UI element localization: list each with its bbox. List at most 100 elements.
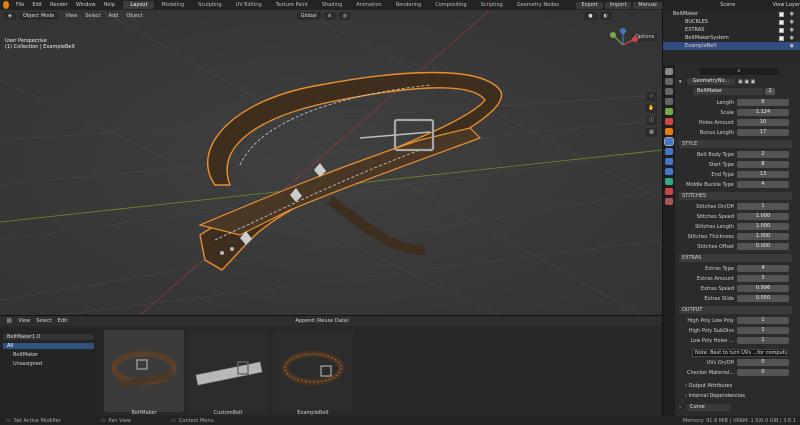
library-dropdown[interactable]: BeltMaker1.0 [3,334,94,340]
param-scale[interactable]: Scale 1.124 [679,108,789,117]
eye-icon[interactable]: ◉ [790,26,794,34]
param-value[interactable]: 17 [737,129,789,136]
output-attributes-panel[interactable]: › Output Attributes [685,381,732,390]
param-extras-speed[interactable]: Extras Speed 0.996 [679,284,789,293]
asset-editor-icon[interactable]: ⛓ [6,318,12,324]
param-value[interactable]: 4 [737,181,789,188]
asset-thumbnail-examplebelt[interactable] [273,330,353,412]
tab-layout[interactable]: Layout [123,1,155,9]
viewport-menu-select[interactable]: Select [81,13,104,19]
param-holes-amount[interactable]: Holes Amount 10 [679,118,789,127]
texture-tab-icon[interactable] [665,198,673,205]
param-stitches-onoff[interactable]: Stitches On/Off 1 [679,202,789,211]
menu-window[interactable]: Window [72,2,100,8]
tab-shading[interactable]: Shading [315,1,349,9]
param-value[interactable]: 3 [737,275,789,282]
eye-icon[interactable]: ◉ [790,42,794,50]
asset-thumbnail-custombelt[interactable] [188,330,268,412]
tool-tab-icon[interactable] [665,68,673,75]
param-value[interactable]: 1.000 [737,213,789,220]
param-value[interactable]: 1 [737,327,789,334]
param-high-poly-subdivs[interactable]: High Poly SubDivs 1 [679,326,789,335]
tab-texture-paint[interactable]: Texture Paint [269,1,315,9]
view-layer-selector[interactable]: View Layer [773,2,800,8]
import-mode-dropdown[interactable]: Append (Reuse Data) [291,317,349,325]
asset-menu-edit[interactable]: Edit [58,318,68,324]
curve-modifier-name[interactable]: Curve [687,404,731,411]
node-group-name[interactable]: BeltMaker [693,88,763,95]
param-checker-material[interactable]: Checker Material... 0 [679,368,789,377]
param-stitches-thickness[interactable]: Stitches Thickness 1.000 [679,232,789,241]
navigation-gizmo[interactable] [603,25,643,65]
param-extras-amount[interactable]: Extras Amount 3 [679,274,789,283]
tab-rendering[interactable]: Rendering [389,1,429,9]
particles-tab-icon[interactable] [665,148,673,155]
param-value[interactable]: 4 [737,265,789,272]
3d-viewport[interactable]: ◈ Object Mode View Select Add Object Glo… [0,10,662,315]
outliner-item-extras[interactable]: EXTRAS ◉ [663,26,800,34]
editor-type-button[interactable]: ◈ [4,12,16,20]
param-value[interactable]: 1.000 [737,223,789,230]
catalog-all[interactable]: All [3,343,94,349]
pan-hand-icon[interactable]: ✋ [646,104,657,113]
param-value[interactable]: 0.000 [737,243,789,250]
collapse-arrow-icon[interactable]: ▾ [679,79,687,85]
output-tab-icon[interactable] [665,88,673,95]
outliner-item-beltmaker[interactable]: BeltMaker ◉ [663,10,800,18]
param-value[interactable]: 8 [737,161,789,168]
param-length[interactable]: Length 6 [679,98,789,107]
param-high-poly-low-poly[interactable]: High Poly Low Poly 1 [679,316,789,325]
modifier-header[interactable]: ▾ GeometryNo... ▣ ▣ ▣ [679,77,755,86]
eye-icon[interactable]: ◉ [790,10,794,18]
tab-sculpting[interactable]: Sculpting [191,1,228,9]
collapse-arrow-icon[interactable]: › [679,405,687,411]
param-belt-body-type[interactable]: Belt Body Type 2 [679,150,789,159]
section-stitches[interactable]: STITCHES [679,192,792,200]
param-stitches-length[interactable]: Stitches Length 1.000 [679,222,789,231]
data-tab-icon[interactable] [665,178,673,185]
asset-menu-view[interactable]: View [18,318,30,324]
blender-logo-icon[interactable] [3,1,9,9]
proportional-edit-icon[interactable]: ◎ [338,12,352,20]
param-value[interactable]: 1 [737,317,789,324]
section-output[interactable]: OUTPUT [679,306,792,314]
world-tab-icon[interactable] [665,118,673,125]
param-value[interactable]: 6 [737,99,789,106]
node-group-selector[interactable]: BeltMaker 2 [679,87,775,96]
menu-render[interactable]: Render [46,2,72,8]
param-end-type[interactable]: End Type 13 [679,170,789,179]
eye-icon[interactable]: ◉ [790,18,794,26]
param-low-poly-holes[interactable]: Low Poly Holes ... 1 [679,336,789,345]
outliner-item-beltmakersystem[interactable]: BeltMakerSystem ◉ [663,34,800,42]
modifier-tab-icon[interactable] [664,137,674,146]
grid-icon[interactable]: ▦ [646,128,657,137]
param-stitches-offset[interactable]: Stitches Offset 0.000 [679,242,789,251]
shading-material-icon[interactable]: ◐ [599,12,612,20]
param-middle-buckle-type[interactable]: Middle Buckle Type 4 [679,180,789,189]
param-start-type[interactable]: Start Type 8 [679,160,789,169]
properties-search[interactable]: ⌕ [679,67,779,76]
tab-scripting[interactable]: Scripting [474,1,510,9]
asset-thumbnail-beltmaker[interactable] [104,330,184,412]
viewport-menu-object[interactable]: Object [122,13,146,19]
camera-icon[interactable]: ◫ [646,116,657,125]
param-stitches-speed[interactable]: Stitches Speed 1.000 [679,212,789,221]
physics-tab-icon[interactable] [665,158,673,165]
eye-icon[interactable]: ◉ [790,34,794,42]
constraints-tab-icon[interactable] [665,168,673,175]
param-bonus-length[interactable]: Bonus Length 17 [679,128,789,137]
snap-icon[interactable]: ⋔ [323,12,336,20]
user-count[interactable]: 2 [765,88,775,95]
transform-orientation-dropdown[interactable]: Global [296,12,321,20]
tab-modeling[interactable]: Modeling [154,1,191,9]
param-extras-slide[interactable]: Extras Slide 0.050 [679,294,789,303]
checkbox-icon[interactable] [779,19,784,25]
view-layer-tab-icon[interactable] [665,98,673,105]
shading-solid-icon[interactable]: ● [584,12,597,20]
param-extras-type[interactable]: Extras Type 4 [679,264,789,273]
scene-selector[interactable]: Scene [720,2,735,8]
object-tab-icon[interactable] [665,128,673,135]
menu-file[interactable]: File [12,2,28,8]
outliner-item-examplebelt[interactable]: ExampleBelt ◉ [663,42,800,50]
section-style[interactable]: STYLE [679,140,792,148]
